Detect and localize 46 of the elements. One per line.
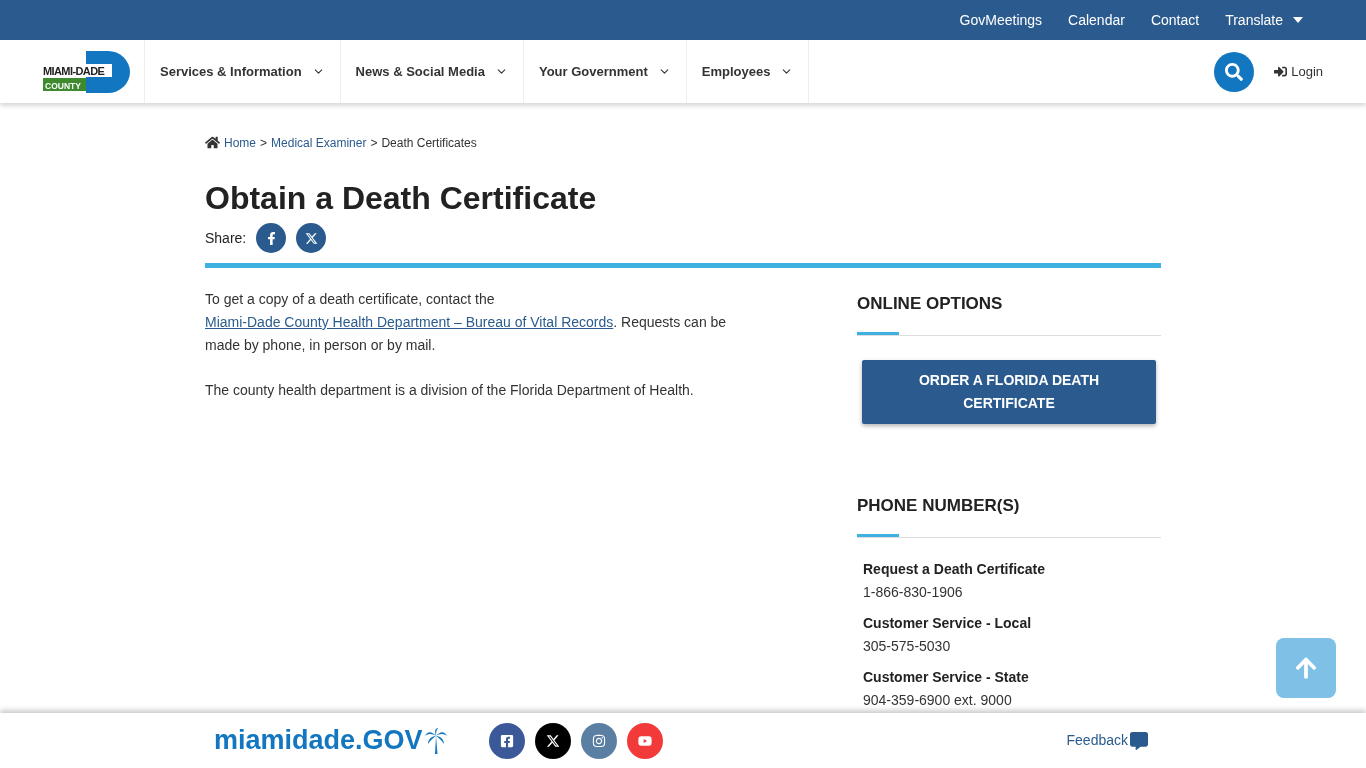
breadcrumb-link[interactable]: Home [224,135,256,150]
youtube-icon [637,733,652,748]
breadcrumb-link[interactable]: Medical Examiner [271,135,367,150]
nav-menu-item[interactable]: Services & Information [144,40,340,103]
page-title: Obtain a Death Certificate [205,180,598,217]
phone-label: Customer Service - State [863,668,1030,687]
paragraph: The county health department is a division of the Florida Department of Health. [205,381,695,400]
facebook-icon [499,733,514,748]
search-button[interactable] [1214,51,1255,92]
phone-number: 1-866-830-1906 [863,583,964,602]
arrow-up-icon [1294,656,1318,680]
section-heading: PHONE NUMBER(S) [857,496,1021,517]
current-page-label: Death Certificates [381,135,477,150]
social-button[interactable] [534,722,571,759]
order-button[interactable]: ORDER A FLORIDA DEATH CERTIFICATE [862,360,1156,424]
top-bar-link[interactable]: Contact [1137,12,1213,28]
instagram-icon [591,733,606,748]
section-heading: ONLINE OPTIONS [857,294,1004,315]
home-icon [205,135,220,150]
search-icon [1225,62,1244,81]
phone-number: 904-359-6900 ext. 9000 [863,691,1013,710]
palm-tree-icon [424,727,447,754]
paragraph: To get a copy of a death certificate, contact the Miami-Dade County Health Department – Bureau of Vital Records. Requests can be made by phone, in person or by mail. [205,290,728,355]
share-button[interactable] [296,223,327,253]
x-icon [304,231,318,245]
nav-menu-item[interactable]: Your Government [522,40,686,103]
site-logo-text[interactable]: miamidade.GOV [214,725,423,756]
share-label: Share: [205,230,247,246]
login-link[interactable]: Login [1274,64,1323,79]
phone-label: Customer Service - Local [863,614,1033,633]
x-icon [545,733,560,748]
breadcrumb-separator: > [370,135,378,150]
share-button[interactable] [256,223,287,253]
top-bar-link[interactable]: Calendar [1055,12,1138,28]
nav-menu-item[interactable]: News & Social Media [339,40,523,103]
caret-icon [1293,17,1303,23]
top-bar-link[interactable]: GovMeetings [946,12,1056,28]
phone-number: 305-575-5030 [863,637,952,656]
phone-label: Request a Death Certificate [863,560,1047,579]
nav-menu-item[interactable]: Employees [685,40,810,103]
sign-in-icon [1274,65,1288,78]
comment-icon [1130,731,1148,750]
breadcrumb-separator: > [260,135,268,150]
top-bar-link[interactable]: Translate [1212,12,1316,28]
social-button[interactable] [488,722,525,759]
feedback-link[interactable]: Feedback [1066,731,1148,750]
